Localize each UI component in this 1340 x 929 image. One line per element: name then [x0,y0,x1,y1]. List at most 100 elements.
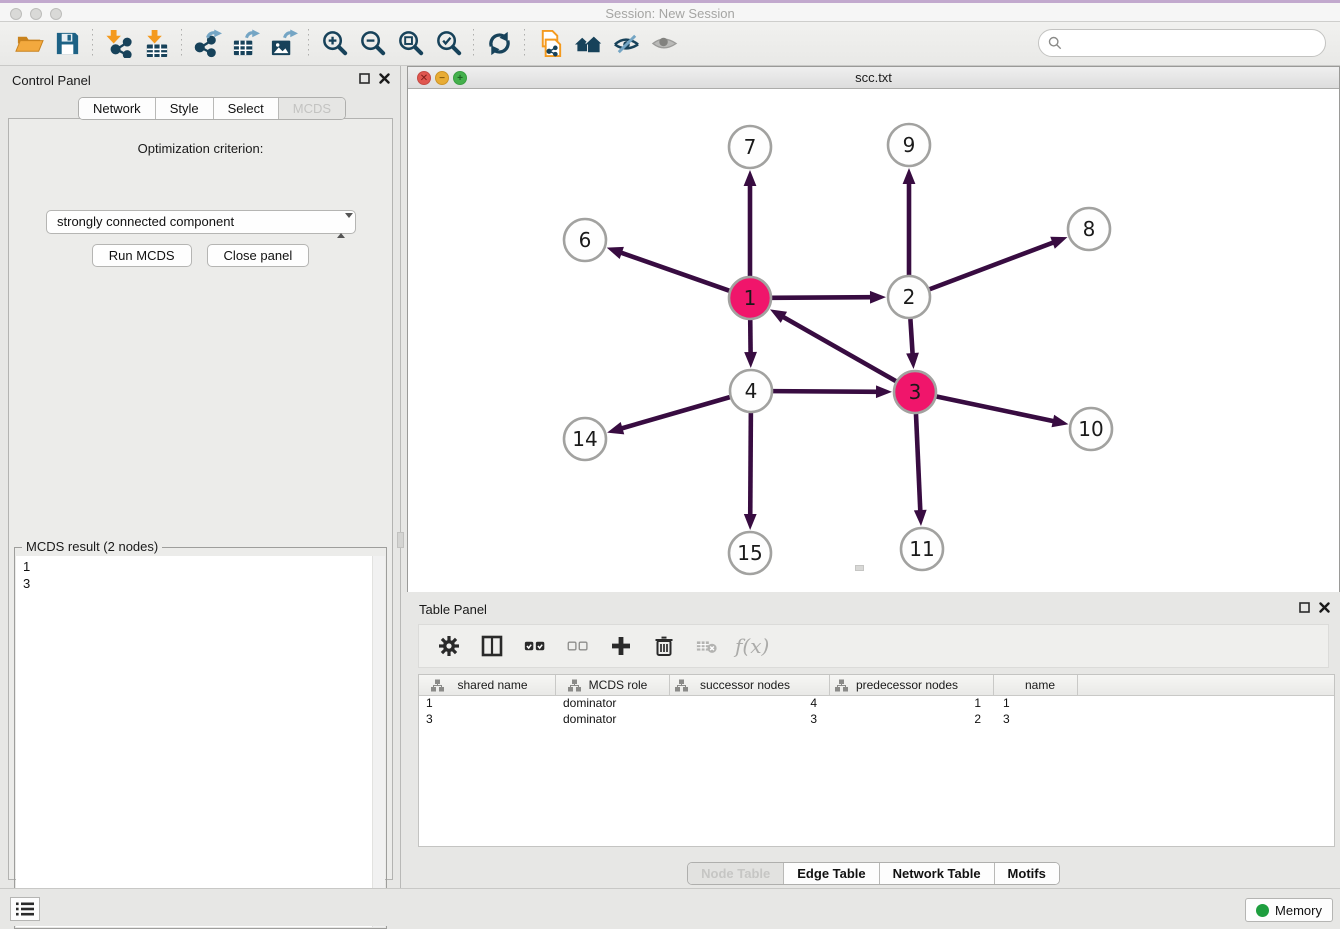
column-header-predecessor-nodes[interactable]: predecessor nodes [830,675,994,695]
network-graph[interactable]: 7968124314101511 [408,89,1339,592]
table-panel-header: Table Panel [407,595,1340,623]
split-columns-icon [481,635,503,657]
network-window-titlebar[interactable]: ✕ − + scc.txt [408,67,1339,89]
export-table-button[interactable] [226,26,264,62]
edge-3-11[interactable] [916,414,920,513]
edge-4-3[interactable] [773,391,879,392]
column-header-MCDS-role[interactable]: MCDS role [556,675,670,695]
edge-arrowhead [906,353,919,369]
hide-selected-button[interactable] [607,26,645,62]
float-panel-icon[interactable] [359,73,370,84]
edge-arrowhead [607,247,624,259]
edge-3-10[interactable] [937,397,1056,422]
column-header-name[interactable]: name [994,675,1078,695]
tab-network-table[interactable]: Network Table [880,863,995,884]
node-label-6: 6 [579,228,592,252]
run-mcds-button[interactable]: Run MCDS [92,244,192,267]
task-history-button[interactable] [10,897,40,921]
edge-arrowhead [1052,415,1069,428]
node-label-8: 8 [1083,217,1096,241]
refresh-icon [485,29,514,58]
refresh-view-button[interactable] [480,26,518,62]
import-network-button[interactable] [99,26,137,62]
eye-icon [650,29,679,58]
tab-select[interactable]: Select [214,98,279,119]
import-table-button[interactable] [137,26,175,62]
tab-mcds[interactable]: MCDS [279,98,345,119]
show-all-button[interactable] [645,26,683,62]
app-title: Session: New Session [0,6,1340,21]
table-cell[interactable]: 4 [670,696,830,712]
column-header-shared-name[interactable]: shared name [419,675,556,695]
global-search-field[interactable] [1038,29,1326,57]
zoom-in-button[interactable] [315,26,353,62]
close-table-panel-icon[interactable] [1319,602,1330,613]
open-file-button[interactable] [10,26,48,62]
edge-1-6[interactable] [619,252,729,291]
zoom-out-button[interactable] [353,26,391,62]
table-cell[interactable]: 1 [419,696,556,712]
save-session-button[interactable] [48,26,86,62]
table-cell[interactable]: 2 [830,712,994,728]
search-input[interactable] [1062,36,1325,51]
close-panel-button[interactable]: Close panel [207,244,310,267]
table-row[interactable]: 1dominator411 [419,696,1334,712]
select-all-columns-button[interactable] [520,631,550,661]
table-cell[interactable]: dominator [556,696,670,712]
optimization-criterion-dropdown[interactable]: strongly connected component [46,210,356,234]
node-label-7: 7 [744,135,757,159]
zoom-selected-button[interactable] [429,26,467,62]
node-table-header: shared nameMCDS rolesuccessor nodesprede… [419,675,1334,696]
zoom-fit-button[interactable] [391,26,429,62]
tab-node-table[interactable]: Node Table [688,863,784,884]
deselect-all-columns-button[interactable] [563,631,593,661]
node-label-4: 4 [745,379,758,403]
table-cell[interactable]: 3 [419,712,556,728]
trash-icon [653,635,675,657]
horizontal-splitter-grip[interactable] [855,565,864,571]
panel-splitter-grip[interactable] [397,532,404,548]
mcds-result-list[interactable]: 1 3 [16,556,385,927]
first-neighbors-button[interactable] [569,26,607,62]
table-cell[interactable]: 1 [994,696,1078,712]
network-canvas[interactable]: 7968124314101511 [408,89,1339,592]
tab-network[interactable]: Network [79,98,156,119]
table-settings-button[interactable] [434,631,464,661]
table-row[interactable]: 3dominator323 [419,712,1334,728]
import-network-icon [104,29,133,58]
edge-3-1[interactable] [781,316,896,381]
clone-network-button[interactable] [531,26,569,62]
import-table-icon [142,29,171,58]
memory-button[interactable]: Memory [1245,898,1333,922]
table-cell[interactable]: dominator [556,712,670,728]
table-cell[interactable]: 3 [670,712,830,728]
tab-motifs[interactable]: Motifs [995,863,1059,884]
edge-2-8[interactable] [930,242,1056,290]
node-label-11: 11 [909,537,934,561]
gear-icon [438,635,460,657]
toolbar-separator [181,29,182,59]
result-scrollbar[interactable] [372,556,385,927]
split-columns-button[interactable] [477,631,507,661]
table-cell[interactable]: 3 [994,712,1078,728]
export-image-button[interactable] [264,26,302,62]
export-table-icon [231,29,260,58]
edge-4-14[interactable] [620,397,730,429]
export-network-button[interactable] [188,26,226,62]
tab-edge-table[interactable]: Edge Table [784,863,879,884]
node-label-14: 14 [572,427,597,451]
mcds-result-title: MCDS result (2 nodes) [22,539,162,554]
toolbar-separator [524,29,525,59]
edge-2-3[interactable] [910,319,912,356]
column-header-successor-nodes[interactable]: successor nodes [670,675,830,695]
delete-column-button[interactable] [649,631,679,661]
float-table-panel-icon[interactable] [1299,602,1310,613]
node-label-2: 2 [903,285,916,309]
tab-style[interactable]: Style [156,98,214,119]
checked-boxes-icon [524,635,546,657]
close-panel-icon[interactable] [379,73,390,84]
edge-4-15[interactable] [750,413,751,517]
table-cell[interactable]: 1 [830,696,994,712]
add-column-button[interactable] [606,631,636,661]
edge-1-2[interactable] [772,297,873,298]
